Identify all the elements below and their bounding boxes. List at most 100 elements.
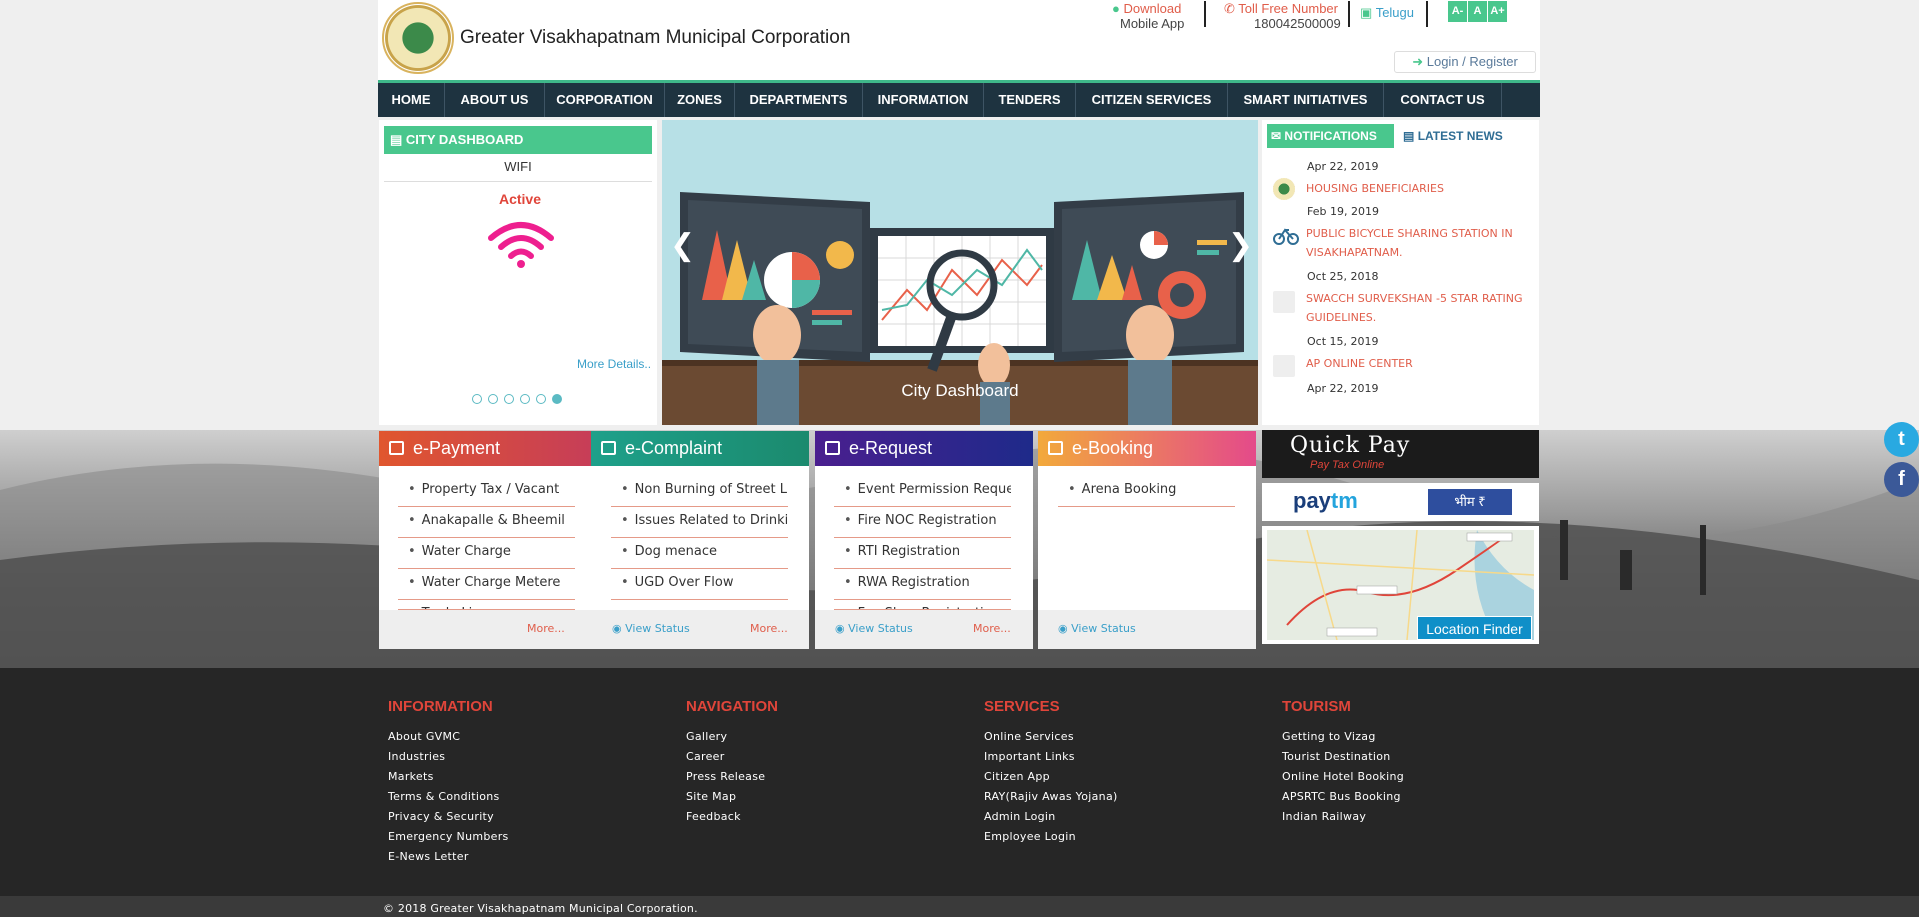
edit-icon xyxy=(601,441,616,455)
footer-link[interactable]: About GVMC xyxy=(388,730,460,743)
footer-link[interactable]: Feedback xyxy=(686,810,741,823)
footer-link[interactable]: Tourist Destination xyxy=(1282,750,1391,763)
epayment-header[interactable]: e-Payment xyxy=(379,431,597,466)
ecomplaint-more-link[interactable]: More... xyxy=(750,622,788,635)
list-item[interactable]: Dog menace xyxy=(611,538,788,569)
erequest-view-status[interactable]: ◉ View Status xyxy=(835,622,913,635)
nav-departments[interactable]: DEPARTMENTS xyxy=(735,83,863,117)
toll-free-link[interactable]: ✆ Toll Free Number xyxy=(1224,1,1338,17)
slider-image xyxy=(662,192,1258,425)
carousel-dot[interactable] xyxy=(520,394,530,404)
notification-title[interactable]: HOUSING BENEFICIARIES xyxy=(1306,179,1536,198)
list-item[interactable]: UGD Over Flow xyxy=(611,569,788,600)
footer-link[interactable]: Citizen App xyxy=(984,770,1050,783)
footer-link[interactable]: Industries xyxy=(388,750,445,763)
notification-title[interactable]: AP ONLINE CENTER xyxy=(1306,354,1536,373)
hero-slider[interactable] xyxy=(662,120,1258,425)
list-item[interactable]: Fire NOC Registration xyxy=(834,507,1011,538)
notification-title[interactable]: SWACCH SURVEKSHAN -5 STAR RATING GUIDELI… xyxy=(1306,289,1536,327)
tab-latest-news[interactable]: ▤ LATEST NEWS xyxy=(1403,124,1503,148)
gvmc-logo[interactable] xyxy=(382,2,454,74)
footer-link[interactable]: Press Release xyxy=(686,770,765,783)
dashboard-item-label: WIFI xyxy=(504,159,532,174)
footer-link[interactable]: Career xyxy=(686,750,725,763)
carousel-dot[interactable] xyxy=(472,394,482,404)
list-item[interactable]: Anakapalle & Bheemil xyxy=(398,507,575,538)
footer-link[interactable]: Gallery xyxy=(686,730,727,743)
translate-icon: ▣ xyxy=(1360,5,1373,20)
bhim-logo[interactable]: भीम ₹ xyxy=(1428,489,1512,515)
nav-about-us[interactable]: ABOUT US xyxy=(445,83,545,117)
newspaper-icon: ▤ xyxy=(1403,129,1415,143)
list-item[interactable]: Event Permission Reque xyxy=(834,476,1011,507)
list-item[interactable]: Trade Li xyxy=(398,600,575,610)
ebooking-header[interactable]: e-Booking xyxy=(1038,431,1256,466)
list-item[interactable]: Property Tax / Vacant xyxy=(398,476,575,507)
download-link[interactable]: ● Download xyxy=(1112,1,1181,16)
chevron-right-icon[interactable]: ❯ xyxy=(1228,228,1253,263)
chevron-left-icon[interactable]: ❮ xyxy=(670,228,695,263)
list-item[interactable]: Water Charge xyxy=(398,538,575,569)
footer-link[interactable]: Emergency Numbers xyxy=(388,830,509,843)
font-increase-button[interactable]: A+ xyxy=(1488,1,1507,22)
epayment-more-link[interactable]: More... xyxy=(527,622,565,635)
list-item[interactable]: Water Charge Metere xyxy=(398,569,575,600)
footer-link[interactable]: Terms & Conditions xyxy=(388,790,500,803)
location-finder-button[interactable]: Location Finder xyxy=(1417,616,1532,640)
footer-link[interactable]: APSRTC Bus Booking xyxy=(1282,790,1401,803)
list-item[interactable]: RWA Registration xyxy=(834,569,1011,600)
footer-link[interactable]: Privacy & Security xyxy=(388,810,494,823)
footer-link[interactable]: Indian Railway xyxy=(1282,810,1366,823)
login-register-button[interactable]: ➜ Login / Register xyxy=(1394,51,1536,73)
city-dashboard-header: ▤ CITY DASHBOARD xyxy=(384,126,652,154)
footer-link[interactable]: Site Map xyxy=(686,790,736,803)
nav-corporation[interactable]: CORPORATION xyxy=(545,83,665,117)
nav-home[interactable]: HOME xyxy=(378,83,445,117)
bicycle-icon xyxy=(1273,224,1299,246)
nav-tenders[interactable]: TENDERS xyxy=(984,83,1076,117)
facebook-icon[interactable]: f xyxy=(1884,462,1919,497)
divider xyxy=(1348,1,1350,27)
font-reset-button[interactable]: A xyxy=(1468,1,1487,22)
carousel-dot[interactable] xyxy=(504,394,514,404)
twitter-icon[interactable]: t xyxy=(1884,422,1919,457)
footer-link[interactable]: Important Links xyxy=(984,750,1075,763)
ecomplaint-view-status[interactable]: ◉ View Status xyxy=(612,622,690,635)
footer-link[interactable]: Markets xyxy=(388,770,434,783)
language-link[interactable]: ▣ Telugu xyxy=(1360,5,1414,21)
nav-information[interactable]: INFORMATION xyxy=(863,83,984,117)
erequest-header[interactable]: e-Request xyxy=(815,431,1033,466)
notification-date: Apr 22, 2019 xyxy=(1307,382,1379,395)
list-item[interactable]: Fee Slum Registrati xyxy=(834,600,1011,610)
carousel-dot[interactable] xyxy=(488,394,498,404)
notifications-panel xyxy=(1262,120,1539,425)
tab-notifications[interactable]: ✉ NOTIFICATIONS xyxy=(1267,124,1394,148)
list-item[interactable]: Issues Related to Drinki xyxy=(611,507,788,538)
list-item[interactable]: Non Burning of Street L xyxy=(611,476,788,507)
nav-contact-us[interactable]: CONTACT US xyxy=(1384,83,1502,117)
nav-smart-initiatives[interactable]: SMART INITIATIVES xyxy=(1228,83,1384,117)
slider-caption: City Dashboard xyxy=(901,381,1019,400)
ebooking-view-status[interactable]: ◉ View Status xyxy=(1058,622,1136,635)
erequest-more-link[interactable]: More... xyxy=(973,622,1011,635)
carousel-dot-active[interactable] xyxy=(552,394,562,404)
credit-card-icon xyxy=(389,441,404,455)
footer-link[interactable]: Getting to Vizag xyxy=(1282,730,1376,743)
footer-link[interactable]: E-News Letter xyxy=(388,850,469,863)
ecomplaint-header[interactable]: e-Complaint xyxy=(591,431,809,466)
toll-free-number: 180042500009 xyxy=(1254,16,1341,31)
font-decrease-button[interactable]: A- xyxy=(1448,1,1467,22)
list-item[interactable]: RTI Registration xyxy=(834,538,1011,569)
footer-link[interactable]: Admin Login xyxy=(984,810,1056,823)
notification-title[interactable]: PUBLIC BICYCLE SHARING STATION IN VISAKH… xyxy=(1306,224,1536,262)
list-item[interactable]: Arena Booking xyxy=(1058,476,1235,507)
paytm-logo[interactable]: paytm xyxy=(1293,488,1358,514)
footer-link[interactable]: RAY(Rajiv Awas Yojana) xyxy=(984,790,1118,803)
nav-zones[interactable]: ZONES xyxy=(665,83,735,117)
carousel-dot[interactable] xyxy=(536,394,546,404)
footer-link[interactable]: Online Services xyxy=(984,730,1074,743)
footer-link[interactable]: Online Hotel Booking xyxy=(1282,770,1404,783)
more-details-link[interactable]: More Details.. xyxy=(577,357,651,371)
nav-citizen-services[interactable]: CITIZEN SERVICES xyxy=(1076,83,1228,117)
footer-link[interactable]: Employee Login xyxy=(984,830,1076,843)
